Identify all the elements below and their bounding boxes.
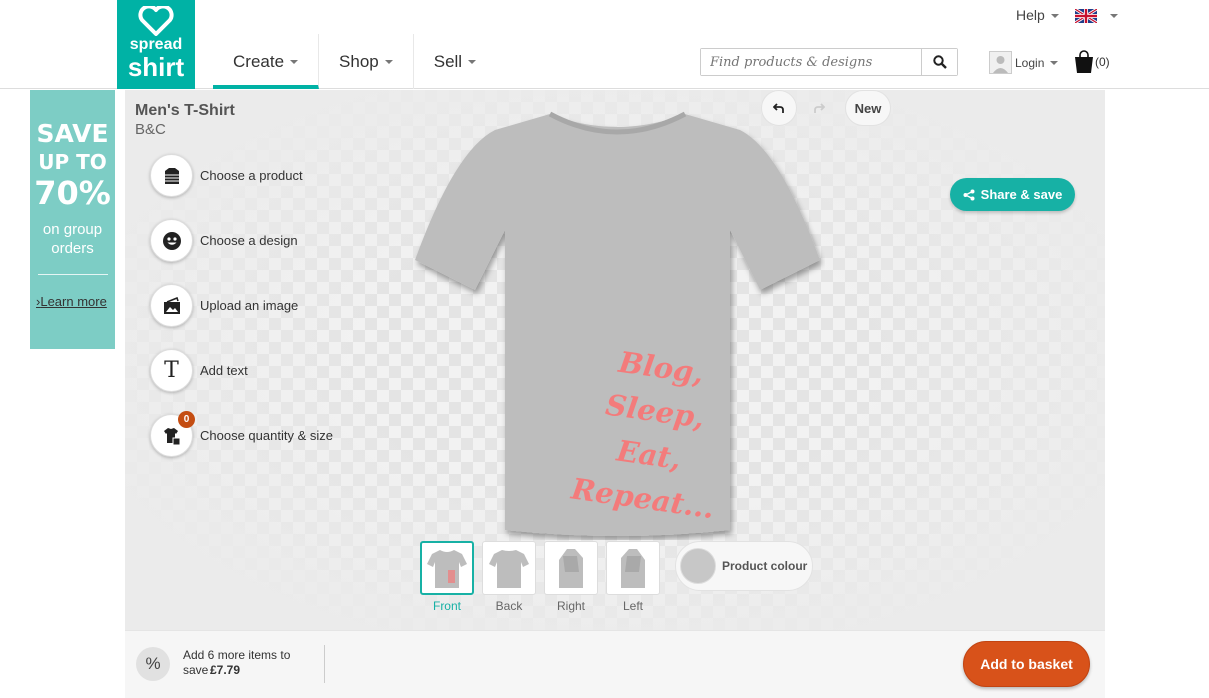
login-label: Login — [1015, 55, 1045, 70]
step-upload-image[interactable]: Upload an image — [150, 284, 298, 327]
colour-swatch — [680, 548, 716, 584]
promo-group-line1: on group — [42, 221, 103, 238]
main-nav: Create Shop Sell — [213, 34, 496, 89]
footer-divider — [324, 645, 325, 683]
design-text-print[interactable]: Blog, Sleep, Eat, Repeat... — [565, 335, 738, 530]
basket-button[interactable]: (0) — [1073, 50, 1110, 74]
help-label: Help — [1016, 7, 1045, 23]
uk-flag-icon[interactable] — [1075, 9, 1097, 23]
logo-text-bottom: shirt — [127, 52, 185, 82]
nav-create-label: Create — [233, 51, 285, 71]
language-chevron-icon[interactable] — [1110, 14, 1118, 18]
nav-sell-label: Sell — [433, 51, 463, 71]
nav-create[interactable]: Create — [213, 34, 320, 89]
step-label: Choose a design — [200, 233, 298, 248]
view-back[interactable]: Back — [482, 541, 536, 613]
avatar-icon — [989, 51, 1012, 74]
view-selector: Front Back Right Left — [420, 541, 668, 613]
percent-icon: % — [136, 647, 170, 681]
promo-divider — [38, 274, 108, 275]
chevron-down-icon — [468, 59, 477, 64]
nav-sell[interactable]: Sell — [414, 34, 496, 89]
product-title: Men's T-Shirt — [135, 102, 235, 119]
chevron-down-icon — [290, 59, 299, 64]
new-design-button[interactable]: New — [845, 90, 891, 126]
quantity-badge: 0 — [178, 411, 195, 428]
chevron-down-icon — [1050, 60, 1059, 65]
view-label: Front — [432, 599, 461, 613]
view-right[interactable]: Right — [544, 541, 598, 613]
chevron-down-icon — [384, 59, 393, 64]
group-order-promo[interactable]: SAVE UP TO 70% on group orders ›Learn mo… — [30, 90, 115, 349]
image-upload-icon — [150, 284, 193, 327]
smiley-icon — [150, 219, 193, 262]
promo-percent: 70% — [34, 174, 111, 212]
promo-save: SAVE — [36, 119, 109, 148]
step-label: Add text — [200, 363, 248, 378]
view-left[interactable]: Left — [606, 541, 660, 613]
footer-bar: % Add 6 more items to save £7.79 Add to … — [125, 630, 1105, 698]
product-colour-label: Product colour — [722, 559, 808, 573]
back-view-thumbnail — [482, 541, 536, 595]
right-view-thumbnail — [544, 541, 598, 595]
promo-up-to: UP TO — [38, 150, 107, 174]
shopping-bag-icon — [1075, 50, 1093, 73]
search-icon — [932, 55, 947, 69]
step-choose-design[interactable]: Choose a design — [150, 219, 298, 262]
shirt-size-icon: 0 — [150, 411, 195, 457]
view-label: Left — [622, 599, 643, 613]
view-front[interactable]: Front — [420, 541, 474, 613]
help-menu[interactable]: Help — [1016, 7, 1059, 23]
step-label: Choose a product — [200, 168, 303, 183]
view-label: Right — [556, 599, 585, 613]
shirt-stack-icon — [150, 154, 193, 197]
design-workspace: Men's T-Shirt B&C Choose a product Choos… — [125, 90, 1105, 630]
left-view-thumbnail — [606, 541, 660, 595]
product-brand: B&C — [135, 121, 166, 138]
step-label: Choose quantity & size — [200, 428, 333, 443]
step-choose-product[interactable]: Choose a product — [150, 154, 303, 197]
share-save-button[interactable]: Share & save — [950, 178, 1075, 211]
learn-more-label: Learn more — [40, 294, 107, 309]
promo-group-line2: orders — [51, 240, 94, 257]
chevron-down-icon — [1050, 14, 1059, 19]
step-quantity-size[interactable]: 0 Choose quantity & size — [150, 411, 333, 457]
heart-logo-icon — [138, 6, 174, 36]
product-colour-button[interactable]: Product colour — [675, 541, 813, 591]
spreadshirt-logo[interactable]: spread shirt — [117, 0, 195, 89]
share-label: Share & save — [980, 187, 1063, 202]
logo-text-top: spread — [129, 36, 183, 53]
search-input[interactable] — [701, 49, 921, 75]
add-to-basket-button[interactable]: Add to basket — [963, 641, 1090, 687]
save-text: Add 6 more items to save — [183, 648, 291, 677]
front-view-thumbnail — [420, 541, 474, 595]
nav-shop-label: Shop — [339, 51, 379, 71]
view-label: Back — [495, 599, 523, 613]
basket-count: (0) — [1095, 55, 1110, 69]
learn-more-link[interactable]: ›Learn more — [36, 294, 107, 309]
bulk-save-info: Add 6 more items to save £7.79 — [183, 648, 313, 678]
text-icon: T — [150, 349, 193, 392]
step-label: Upload an image — [200, 298, 299, 313]
save-amount: £7.79 — [210, 663, 241, 677]
promo-group-orders: on group orders — [30, 220, 115, 258]
search-box — [700, 48, 958, 76]
step-add-text[interactable]: T Add text — [150, 349, 248, 392]
search-button[interactable] — [921, 49, 957, 75]
share-icon — [963, 189, 975, 200]
header: spread shirt Create Shop Sell Help Find … — [0, 0, 1209, 89]
login-menu[interactable]: Login — [989, 51, 1059, 74]
nav-shop[interactable]: Shop — [319, 34, 414, 89]
